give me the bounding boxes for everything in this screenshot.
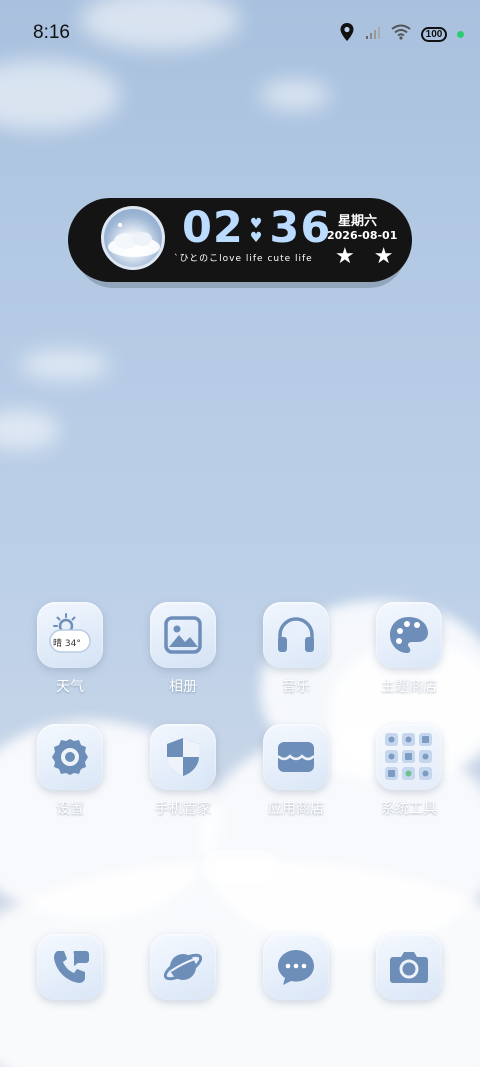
widget-date: 2026-08-01 — [327, 229, 398, 242]
heart-separator-icon: ♥ ♥ — [249, 215, 264, 246]
app-music[interactable]: 音乐 — [241, 602, 351, 696]
widget-hour: 02 — [182, 203, 244, 253]
widget-minute: 36 — [269, 203, 332, 253]
dock-camera[interactable] — [354, 934, 464, 1000]
camera-icon[interactable] — [376, 934, 442, 1000]
app-label-phone-manager: 手机管家 — [155, 801, 211, 817]
app-gallery[interactable]: 相册 — [128, 602, 238, 696]
battery-icon: 100 — [421, 26, 447, 42]
app-settings[interactable]: 设置 — [15, 724, 125, 818]
search-button[interactable]: 搜索 — [202, 850, 278, 884]
app-theme-store[interactable]: 主题商店 — [354, 602, 464, 696]
status-bar: 8:16 100 — [0, 0, 480, 68]
app-label-system-tools: 系统工具 — [381, 801, 437, 817]
dock-phone[interactable] — [15, 934, 125, 1000]
dock-messages[interactable] — [241, 934, 351, 1000]
weather-sublabel: 晴 34° — [53, 639, 81, 649]
gear-icon[interactable] — [37, 724, 103, 790]
shield-icon[interactable] — [150, 724, 216, 790]
app-phone-manager[interactable]: 手机管家 — [128, 724, 238, 818]
palette-icon[interactable] — [376, 602, 442, 668]
indicator-dot — [457, 30, 464, 38]
search-label: 搜索 — [236, 860, 264, 876]
wifi-icon — [391, 24, 411, 44]
phone-icon[interactable] — [37, 934, 103, 1000]
widget-stars: ★ ★ — [335, 244, 400, 269]
widget-weekday: 星期六 — [338, 214, 378, 229]
dock-browser[interactable] — [128, 934, 238, 1000]
app-system-tools[interactable]: 系统工具 — [354, 724, 464, 818]
app-weather[interactable]: 晴 34° 天气 — [15, 602, 125, 696]
app-label-settings: 设置 — [56, 801, 84, 817]
store-icon[interactable] — [263, 724, 329, 790]
widget-photo — [101, 206, 165, 270]
widget-clock: 02 ♥ ♥ 36 — [182, 204, 331, 252]
search-icon — [216, 858, 230, 876]
app-label-weather: 天气 — [56, 679, 84, 695]
app-app-store[interactable]: 应用商店 — [241, 724, 351, 818]
widget-caption: `ひとのこlove life cute life — [174, 254, 313, 264]
folder-icon[interactable] — [376, 724, 442, 790]
signal-icon — [365, 25, 381, 44]
headphones-icon[interactable] — [263, 602, 329, 668]
app-label-gallery: 相册 — [169, 679, 197, 695]
weather-icon[interactable]: 晴 34° — [37, 602, 103, 668]
planet-icon[interactable] — [150, 934, 216, 1000]
clock-widget[interactable]: 02 ♥ ♥ 36 星期六 2026-08-01 `ひとのこlove life cut… — [68, 198, 412, 282]
gallery-icon[interactable] — [150, 602, 216, 668]
app-label-music: 音乐 — [282, 679, 310, 695]
app-label-theme-store: 主题商店 — [381, 679, 437, 695]
status-time: 8:16 — [33, 22, 70, 43]
app-label-app-store: 应用商店 — [268, 801, 324, 817]
message-icon[interactable] — [263, 934, 329, 1000]
location-pin-icon — [339, 22, 355, 46]
